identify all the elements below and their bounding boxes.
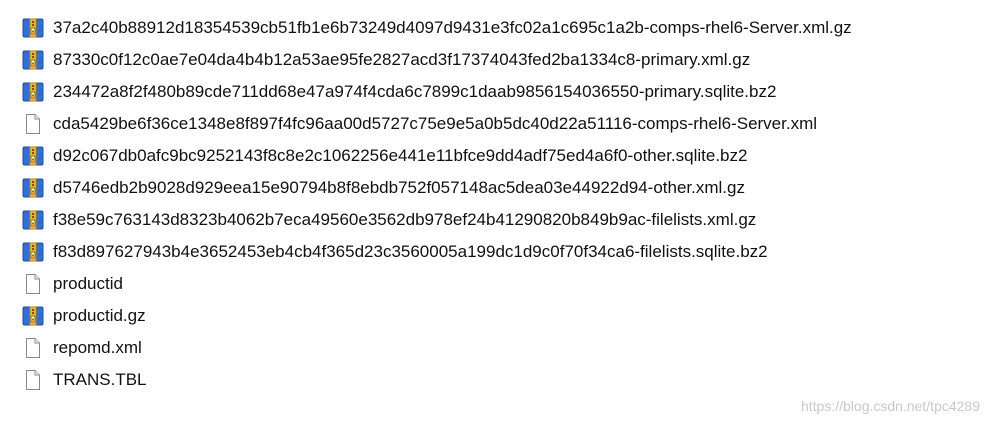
file-row[interactable]: d92c067db0afc9bc9252143f8c8e2c1062256e44… xyxy=(22,140,986,172)
archive-icon xyxy=(22,145,44,167)
file-row[interactable]: f83d897627943b4e3652453eb4cb4f365d23c356… xyxy=(22,236,986,268)
file-list: 37a2c40b88912d18354539cb51fb1e6b73249d40… xyxy=(22,12,986,396)
archive-icon xyxy=(22,305,44,327)
file-name: 37a2c40b88912d18354539cb51fb1e6b73249d40… xyxy=(53,18,852,37)
file-name: productid.gz xyxy=(53,306,146,325)
file-row[interactable]: productid xyxy=(22,268,986,300)
file-row[interactable]: 87330c0f12c0ae7e04da4b4b12a53ae95fe2827a… xyxy=(22,44,986,76)
file-row[interactable]: 234472a8f2f480b89cde711dd68e47a974f4cda6… xyxy=(22,76,986,108)
file-row[interactable]: productid.gz xyxy=(22,300,986,332)
archive-icon xyxy=(22,241,44,263)
file-row[interactable]: TRANS.TBL xyxy=(22,364,986,396)
file-row[interactable]: f38e59c763143d8323b4062b7eca49560e3562db… xyxy=(22,204,986,236)
file-name: cda5429be6f36ce1348e8f897f4fc96aa00d5727… xyxy=(53,114,818,133)
document-icon xyxy=(22,113,44,135)
file-name: d5746edb2b9028d929eea15e90794b8f8ebdb752… xyxy=(53,178,745,197)
archive-icon xyxy=(22,49,44,71)
file-name: 234472a8f2f480b89cde711dd68e47a974f4cda6… xyxy=(53,82,777,101)
file-name: repomd.xml xyxy=(53,338,142,357)
file-row[interactable]: d5746edb2b9028d929eea15e90794b8f8ebdb752… xyxy=(22,172,986,204)
file-name: productid xyxy=(53,274,123,293)
file-row[interactable]: cda5429be6f36ce1348e8f897f4fc96aa00d5727… xyxy=(22,108,986,140)
document-icon xyxy=(22,337,44,359)
file-name: f83d897627943b4e3652453eb4cb4f365d23c356… xyxy=(53,242,768,261)
archive-icon xyxy=(22,209,44,231)
document-icon xyxy=(22,369,44,391)
file-row[interactable]: 37a2c40b88912d18354539cb51fb1e6b73249d40… xyxy=(22,12,986,44)
archive-icon xyxy=(22,81,44,103)
watermark-text: https://blog.csdn.net/tpc4289 xyxy=(800,398,980,414)
file-name: 87330c0f12c0ae7e04da4b4b12a53ae95fe2827a… xyxy=(53,50,751,69)
file-name: d92c067db0afc9bc9252143f8c8e2c1062256e44… xyxy=(53,146,748,165)
file-row[interactable]: repomd.xml xyxy=(22,332,986,364)
archive-icon xyxy=(22,17,44,39)
file-name: f38e59c763143d8323b4062b7eca49560e3562db… xyxy=(53,210,757,229)
file-name: TRANS.TBL xyxy=(53,370,147,389)
document-icon xyxy=(22,273,44,295)
archive-icon xyxy=(22,177,44,199)
